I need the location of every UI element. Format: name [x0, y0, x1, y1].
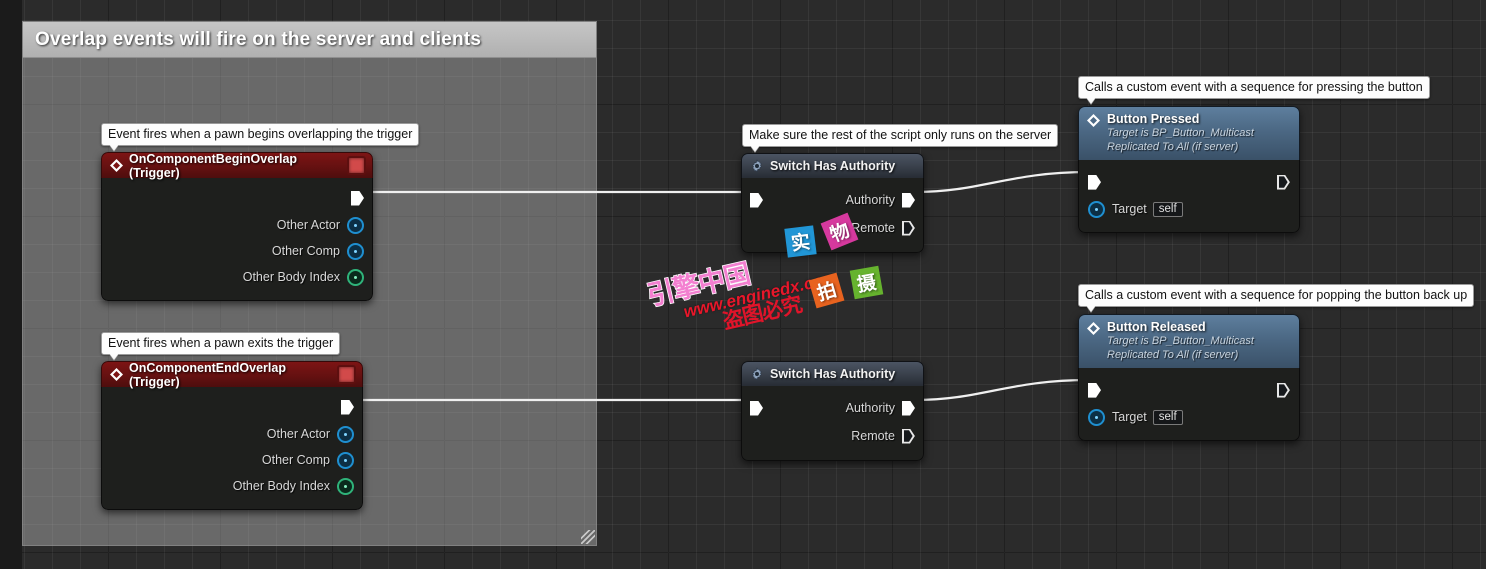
- node-subtitle-target: Target is BP_Button_Multicast: [1107, 127, 1254, 140]
- pin-other-body-index[interactable]: Other Body Index: [102, 473, 362, 499]
- node-body: Other Actor Other Comp Other Body Index: [101, 387, 363, 510]
- tooltip-button-pressed: Calls a custom event with a sequence for…: [1078, 76, 1430, 100]
- delegate-red-square-icon[interactable]: [337, 365, 356, 384]
- int-pin-icon[interactable]: [337, 477, 354, 495]
- node-subtitle-target: Target is BP_Button_Multicast: [1107, 335, 1254, 348]
- pin-other-actor[interactable]: Other Actor: [102, 212, 372, 238]
- node-header[interactable]: OnComponentEndOverlap (Trigger): [101, 361, 363, 389]
- exec-in-icon[interactable]: [1088, 382, 1101, 398]
- node-header[interactable]: Button Pressed Target is BP_Button_Multi…: [1078, 106, 1300, 161]
- exec-out-remote-icon[interactable]: [902, 429, 915, 444]
- node-header[interactable]: Switch Has Authority: [741, 361, 924, 386]
- tooltip-begin-overlap: Event fires when a pawn begins overlappi…: [101, 123, 420, 147]
- node-title: Switch Has Authority: [770, 367, 896, 381]
- object-pin-icon[interactable]: [1088, 200, 1105, 218]
- pin-row-authority[interactable]: Authority: [742, 186, 923, 214]
- event-diamond-icon: [1087, 114, 1100, 127]
- exec-in-icon[interactable]: [750, 192, 763, 208]
- pin-other-body-index[interactable]: Other Body Index: [102, 264, 372, 290]
- pin-label: Target: [1112, 202, 1147, 217]
- pin-label: Remote: [851, 221, 895, 235]
- pin-label: Other Body Index: [232, 479, 330, 493]
- node-header[interactable]: Button Released Target is BP_Button_Mult…: [1078, 314, 1300, 369]
- pin-label: Other Comp: [261, 453, 330, 467]
- tooltip-end-overlap: Event fires when a pawn exits the trigge…: [101, 332, 341, 356]
- node-on-component-end-overlap[interactable]: OnComponentEndOverlap (Trigger) Other Ac…: [101, 361, 363, 510]
- object-pin-icon[interactable]: [337, 425, 354, 443]
- exec-out-icon[interactable]: [1277, 175, 1290, 190]
- pin-exec-out[interactable]: [102, 393, 362, 421]
- pin-row-exec[interactable]: [1079, 168, 1299, 196]
- object-pin-icon[interactable]: [337, 451, 354, 469]
- node-title: OnComponentBeginOverlap (Trigger): [129, 152, 298, 180]
- pin-label: Other Body Index: [242, 270, 340, 284]
- delegate-red-square-icon[interactable]: [347, 156, 366, 175]
- event-diamond-icon: [110, 368, 123, 381]
- node-body: Target self: [1078, 368, 1300, 442]
- pin-exec-out[interactable]: [102, 184, 372, 212]
- pin-label: Authority: [845, 193, 895, 207]
- event-diamond-icon: [110, 159, 123, 172]
- gear-icon: [750, 159, 764, 173]
- node-body: Authority Remote: [741, 386, 924, 461]
- pin-row-remote[interactable]: Remote: [742, 422, 923, 450]
- pin-row-target[interactable]: Target self: [1079, 196, 1299, 222]
- pin-other-comp[interactable]: Other Comp: [102, 238, 372, 264]
- exec-out-icon[interactable]: [351, 190, 364, 206]
- pin-label: Other Actor: [276, 218, 340, 232]
- exec-in-icon[interactable]: [750, 400, 763, 416]
- pin-row-authority[interactable]: Authority: [742, 394, 923, 422]
- pin-row-remote[interactable]: Remote: [742, 214, 923, 242]
- exec-out-remote-icon[interactable]: [902, 221, 915, 236]
- object-pin-icon[interactable]: [347, 242, 364, 260]
- pin-label: Remote: [851, 429, 895, 443]
- target-self-field[interactable]: self: [1152, 201, 1183, 217]
- pin-row-target[interactable]: Target self: [1079, 404, 1299, 430]
- comment-box-title[interactable]: Overlap events will fire on the server a…: [23, 22, 596, 58]
- comment-resize-handle[interactable]: [581, 530, 595, 544]
- node-switch-has-authority-2[interactable]: Switch Has Authority Authority Remote: [741, 361, 924, 461]
- object-pin-icon[interactable]: [1088, 408, 1105, 426]
- node-title: Button Pressed: [1107, 112, 1200, 126]
- node-title: OnComponentEndOverlap (Trigger): [129, 361, 286, 389]
- int-pin-icon[interactable]: [347, 268, 364, 286]
- exec-out-authority-icon[interactable]: [902, 400, 915, 416]
- pin-other-actor[interactable]: Other Actor: [102, 421, 362, 447]
- gear-icon: [750, 367, 764, 381]
- exec-out-icon[interactable]: [1277, 383, 1290, 398]
- exec-in-icon[interactable]: [1088, 174, 1101, 190]
- tooltip-button-released: Calls a custom event with a sequence for…: [1078, 284, 1475, 308]
- event-diamond-icon: [1087, 322, 1100, 335]
- tooltip-switch-authority: Make sure the rest of the script only ru…: [742, 124, 1059, 148]
- pin-label: Target: [1112, 410, 1147, 425]
- object-pin-icon[interactable]: [347, 216, 364, 234]
- pin-other-comp[interactable]: Other Comp: [102, 447, 362, 473]
- node-header[interactable]: OnComponentBeginOverlap (Trigger): [101, 152, 373, 180]
- node-body: Authority Remote: [741, 178, 924, 253]
- pin-label: Other Comp: [271, 244, 340, 258]
- node-body: Other Actor Other Comp Other Body Index: [101, 178, 373, 301]
- node-switch-has-authority-1[interactable]: Switch Has Authority Authority Remote: [741, 153, 924, 253]
- node-body: Target self: [1078, 160, 1300, 234]
- node-button-pressed[interactable]: Button Pressed Target is BP_Button_Multi…: [1078, 106, 1300, 234]
- node-button-released[interactable]: Button Released Target is BP_Button_Mult…: [1078, 314, 1300, 442]
- node-subtitle-replication: Replicated To All (if server): [1107, 348, 1239, 361]
- pin-label: Authority: [845, 401, 895, 415]
- pin-label: Other Actor: [266, 427, 330, 441]
- pin-row-exec[interactable]: [1079, 376, 1299, 404]
- node-header[interactable]: Switch Has Authority: [741, 153, 924, 178]
- node-title: Button Released: [1107, 320, 1206, 334]
- exec-out-authority-icon[interactable]: [902, 192, 915, 208]
- node-subtitle-replication: Replicated To All (if server): [1107, 140, 1239, 153]
- exec-out-icon[interactable]: [341, 399, 354, 415]
- node-title: Switch Has Authority: [770, 159, 896, 173]
- target-self-field[interactable]: self: [1152, 409, 1183, 425]
- node-on-component-begin-overlap[interactable]: OnComponentBeginOverlap (Trigger) Other …: [101, 152, 373, 301]
- graph-left-gutter: [0, 0, 22, 569]
